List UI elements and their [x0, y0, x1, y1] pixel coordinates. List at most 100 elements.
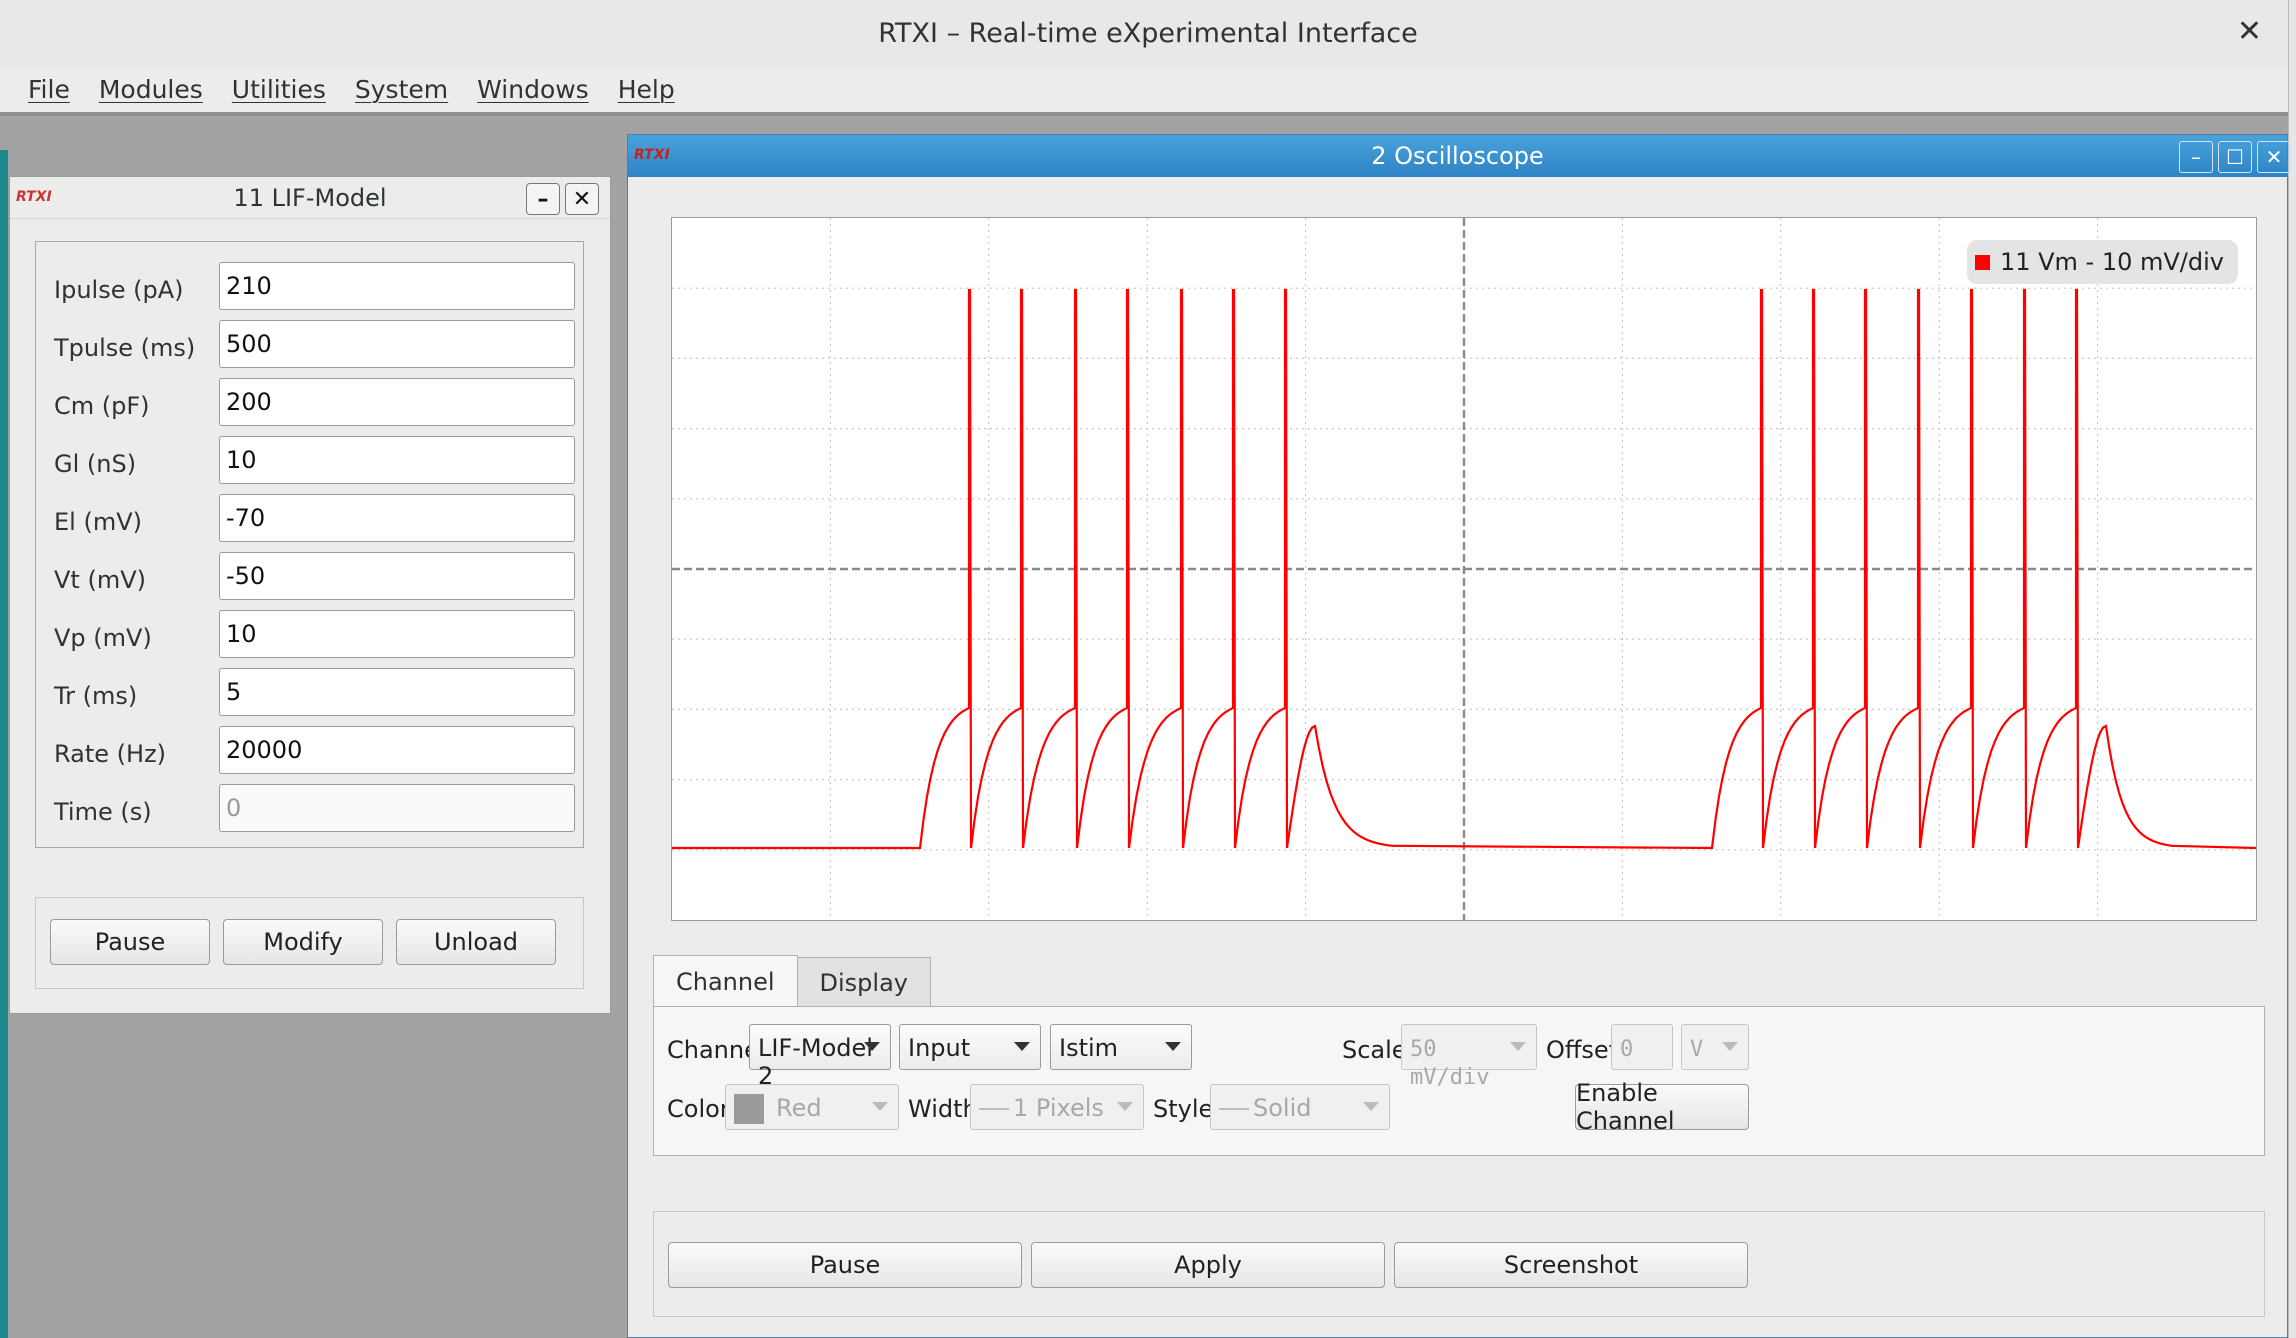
tab-channel[interactable]: Channel [653, 955, 798, 1007]
line-style-icon [1219, 1108, 1249, 1110]
menu-system[interactable]: System [355, 75, 448, 104]
legend-swatch [1974, 254, 1990, 270]
param-label: Cm (pF) [54, 392, 150, 420]
chevron-down-icon [1165, 1042, 1181, 1051]
pause-button[interactable]: Pause [668, 1242, 1022, 1288]
window-scrollbar[interactable] [2288, 0, 2296, 1338]
main-titlebar: RTXI – Real-time eXperimental Interface … [0, 0, 2296, 66]
param-time: Time (s) 0 [36, 782, 585, 840]
tab-display[interactable]: Display [796, 957, 931, 1007]
param-tr: Tr (ms) 5 [36, 666, 585, 724]
scope-trace-canvas [672, 218, 2257, 920]
param-input[interactable]: -50 [219, 552, 575, 600]
menu-help[interactable]: Help [618, 75, 675, 104]
param-label: Rate (Hz) [54, 740, 167, 768]
maximize-icon[interactable]: ☐ [2218, 141, 2252, 173]
lif-titlebar[interactable]: RTXI 11 LIF-Model – ✕ [10, 177, 610, 219]
chevron-down-icon [1117, 1102, 1133, 1111]
param-label: Tr (ms) [54, 682, 138, 710]
param-input[interactable]: 210 [219, 262, 575, 310]
window-title: RTXI – Real-time eXperimental Interface [878, 17, 1418, 49]
channel-select-value: LIF-Model 2 [758, 1034, 873, 1090]
scope-tabs: Channel Display [653, 955, 931, 1007]
channel-type-value: Input [908, 1034, 971, 1062]
scale-select[interactable]: 50 mV/div [1401, 1024, 1537, 1090]
parameter-panel: Ipulse (pA) 210 Tpulse (ms) 500 Cm (pF) … [35, 241, 584, 848]
menu-windows[interactable]: Windows [477, 75, 589, 104]
channel-type-select[interactable]: Input [899, 1024, 1041, 1070]
chevron-down-icon [1510, 1042, 1526, 1051]
menu-modules[interactable]: Modules [99, 75, 203, 104]
lif-model-window: RTXI 11 LIF-Model – ✕ Ipulse (pA) 210 Tp… [9, 176, 611, 1014]
oscilloscope-title: 2 Oscilloscope [1371, 142, 1544, 170]
param-input[interactable]: 5 [219, 668, 575, 716]
menu-utilities[interactable]: Utilities [232, 75, 326, 104]
param-ipulse: Ipulse (pA) 210 [36, 260, 585, 318]
param-cm: Cm (pF) 200 [36, 376, 585, 434]
param-input[interactable]: 10 [219, 436, 575, 484]
param-vt: Vt (mV) -50 [36, 550, 585, 608]
param-label: Vp (mV) [54, 624, 152, 652]
menubar: File Modules Utilities System Windows He… [0, 66, 2296, 112]
width-select[interactable]: 1 Pixels [970, 1084, 1144, 1130]
color-select-value: Red [776, 1094, 822, 1122]
param-label: Vt (mV) [54, 566, 146, 594]
width-select-value: 1 Pixels [1013, 1094, 1104, 1122]
style-select-value: Solid [1253, 1094, 1312, 1122]
scale-select-value: 50 mV/div [1410, 1037, 1490, 1090]
param-tpulse: Tpulse (ms) 500 [36, 318, 585, 376]
desktop-strip [0, 150, 8, 1338]
param-rate: Rate (Hz) 20000 [36, 724, 585, 782]
param-label: El (mV) [54, 508, 142, 536]
param-gl: Gl (nS) 10 [36, 434, 585, 492]
signal-select-value: Istim [1059, 1034, 1119, 1062]
minimize-icon[interactable]: – [2179, 141, 2213, 173]
color-swatch [734, 1094, 764, 1124]
param-label: Tpulse (ms) [54, 334, 196, 362]
style-select[interactable]: Solid [1210, 1084, 1390, 1130]
chevron-down-icon [864, 1042, 880, 1051]
offset-input[interactable]: 0 [1611, 1024, 1673, 1070]
rtxi-logo-icon: RTXI [634, 147, 670, 163]
chevron-down-icon [872, 1102, 888, 1111]
screenshot-button[interactable]: Screenshot [1394, 1242, 1748, 1288]
close-icon[interactable]: ✕ [2237, 14, 2262, 49]
param-input[interactable]: 20000 [219, 726, 575, 774]
offset-input-value: 0 [1620, 1037, 1634, 1062]
lif-button-panel: Pause Modify Unload [35, 897, 584, 989]
oscilloscope-titlebar[interactable]: RTXI 2 Oscilloscope – ☐ ✕ [628, 135, 2291, 177]
unload-button[interactable]: Unload [396, 919, 556, 965]
line-width-icon [979, 1108, 1009, 1110]
param-input[interactable]: -70 [219, 494, 575, 542]
channel-pane: Channel: LIF-Model 2 Input Istim Scale: … [653, 1006, 2265, 1156]
scope-button-panel: Pause Apply Screenshot [653, 1211, 2265, 1317]
modify-button[interactable]: Modify [223, 919, 383, 965]
lif-title: 11 LIF-Model [233, 183, 387, 212]
rtxi-logo-icon: RTXI [16, 189, 52, 205]
color-select[interactable]: Red [725, 1084, 899, 1130]
enable-channel-button[interactable]: Enable Channel [1575, 1079, 1749, 1135]
pause-button[interactable]: Pause [50, 919, 210, 965]
scope-legend: 11 Vm - 10 mV/div [1966, 240, 2238, 284]
param-label: Ipulse (pA) [54, 276, 184, 304]
chevron-down-icon [1014, 1042, 1030, 1051]
apply-button[interactable]: Apply [1031, 1242, 1385, 1288]
param-input[interactable]: 500 [219, 320, 575, 368]
offset-unit-value: V [1690, 1037, 1704, 1062]
oscilloscope-window: RTXI 2 Oscilloscope – ☐ ✕ 11 Vm - 10 mV/… [627, 134, 2291, 1338]
param-input[interactable]: 10 [219, 610, 575, 658]
offset-unit-select[interactable]: V [1681, 1024, 1749, 1070]
signal-select[interactable]: Istim [1050, 1024, 1192, 1070]
param-label: Gl (nS) [54, 450, 137, 478]
chevron-down-icon [1363, 1102, 1379, 1111]
close-icon[interactable]: ✕ [2257, 141, 2291, 173]
param-vp: Vp (mV) 10 [36, 608, 585, 666]
scope-grid [672, 218, 2256, 920]
channel-select[interactable]: LIF-Model 2 [749, 1024, 891, 1090]
menu-file[interactable]: File [28, 75, 70, 104]
legend-label: 11 Vm - 10 mV/div [1999, 248, 2224, 276]
param-input[interactable]: 200 [219, 378, 575, 426]
close-icon[interactable]: ✕ [565, 183, 599, 215]
minimize-icon[interactable]: – [526, 183, 560, 215]
scope-plot[interactable]: 11 Vm - 10 mV/div [671, 217, 2257, 921]
